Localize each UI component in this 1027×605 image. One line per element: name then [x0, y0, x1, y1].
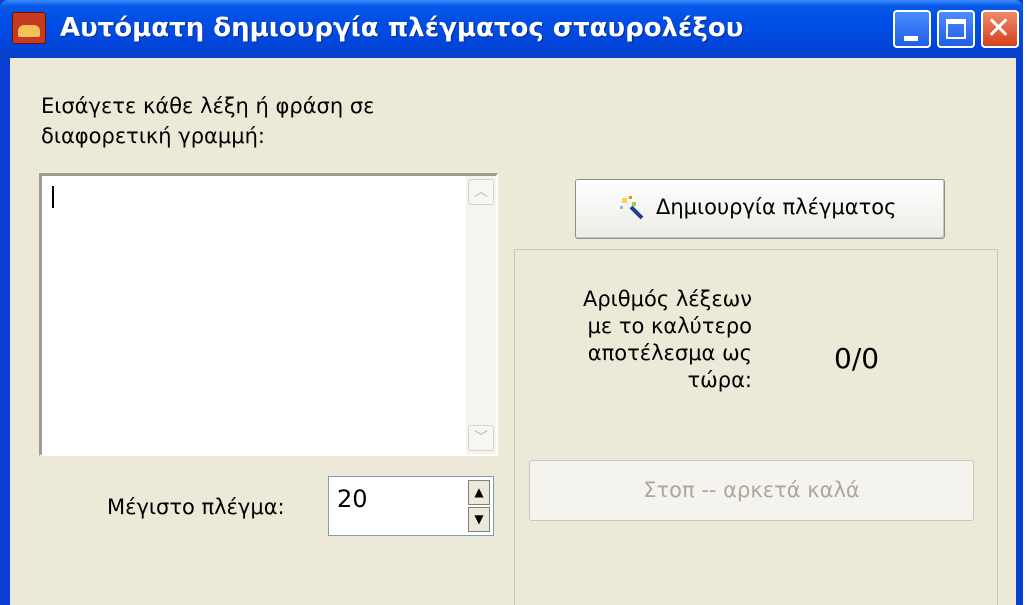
text-caret: [52, 186, 54, 208]
stop-button[interactable]: Στοπ -- αρκετά καλά: [529, 460, 974, 521]
chevron-up-icon: ︿: [474, 184, 488, 200]
triangle-up-icon: ▲: [474, 485, 484, 499]
max-grid-label: Μέγιστο πλέγμα:: [107, 495, 285, 519]
stop-button-label: Στοπ -- αρκετά καλά: [643, 478, 860, 502]
triangle-down-icon: ▼: [474, 512, 484, 526]
close-icon: ✕: [986, 11, 1012, 46]
app-window: Αυτόματη δημιουργία πλέγματος σταυρολέξο…: [0, 0, 1023, 605]
chevron-down-icon: ﹀: [474, 430, 488, 446]
words-textarea[interactable]: ︿ ﹀: [39, 173, 498, 456]
create-grid-button[interactable]: Δημιουργία πλέγματος: [575, 179, 945, 239]
stepper-down-button[interactable]: ▼: [468, 507, 490, 532]
create-grid-label: Δημιουργία πλέγματος: [656, 195, 897, 219]
minimize-icon: [904, 36, 918, 41]
max-grid-value[interactable]: 20: [337, 485, 368, 513]
maximize-icon: [946, 19, 966, 39]
best-result-label: Αριθμός λέξεων με το καλύτερο αποτέλεσμα…: [582, 287, 752, 392]
title-bar[interactable]: Αυτόματη δημιουργία πλέγματος σταυρολέξο…: [0, 0, 1023, 58]
max-grid-stepper[interactable]: 20 ▲ ▼: [328, 476, 494, 536]
vertical-scrollbar[interactable]: ︿ ﹀: [466, 176, 496, 454]
client-area: Εισάγετε κάθε λέξη ή φράση σε διαφορετικ…: [10, 58, 1016, 605]
magic-wand-icon: [620, 196, 644, 220]
scroll-up-button[interactable]: ︿: [468, 179, 494, 205]
window-title: Αυτόματη δημιουργία πλέγματος σταυρολέξο…: [60, 13, 744, 43]
close-button[interactable]: ✕: [981, 10, 1019, 48]
maximize-button[interactable]: [937, 10, 975, 48]
scroll-down-button[interactable]: ﹀: [468, 425, 494, 451]
stepper-up-button[interactable]: ▲: [468, 480, 490, 505]
app-icon[interactable]: [12, 12, 46, 44]
minimize-button[interactable]: [893, 10, 931, 48]
best-result-value: 0/0: [834, 342, 880, 375]
words-input-label: Εισάγετε κάθε λέξη ή φράση σε διαφορετικ…: [41, 94, 375, 148]
